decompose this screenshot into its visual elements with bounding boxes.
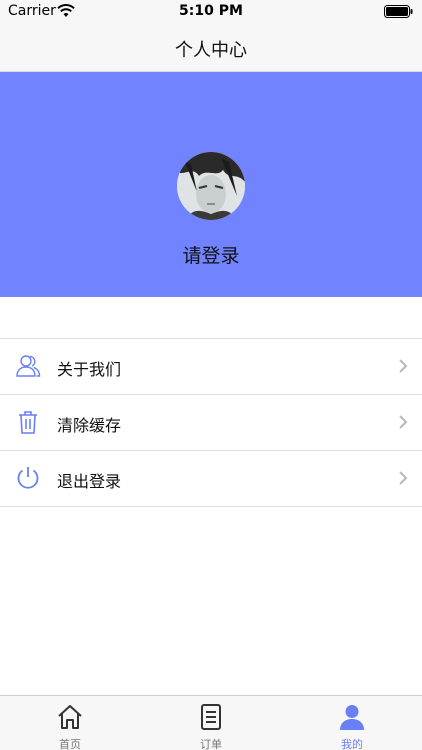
avatar[interactable]	[177, 152, 245, 220]
menu-item-logout[interactable]: 退出登录	[0, 451, 422, 507]
tab-mine[interactable]: 我的	[282, 696, 422, 750]
document-icon	[201, 704, 221, 730]
user-icon	[340, 705, 364, 730]
tab-label: 首页	[59, 738, 81, 750]
menu-list: 关于我们 清除缓存 退出登录	[0, 338, 422, 507]
menu-item-label: 关于我们	[57, 360, 122, 379]
profile-header: 请登录	[0, 72, 422, 297]
tab-orders[interactable]: 订单	[141, 696, 281, 750]
chevron-right-icon	[399, 415, 408, 429]
battery-icon	[384, 5, 413, 18]
tab-home[interactable]: 首页	[0, 696, 140, 750]
home-icon	[58, 705, 82, 729]
status-time: 5:10 PM	[179, 3, 243, 19]
menu-item-about-us[interactable]: 关于我们	[0, 339, 422, 395]
page-title: 个人中心	[175, 40, 247, 61]
avatar-image	[177, 152, 245, 220]
menu-item-label: 退出登录	[57, 472, 122, 491]
navigation-bar: 个人中心	[0, 22, 422, 72]
menu-item-clear-cache[interactable]: 清除缓存	[0, 395, 422, 451]
status-bar: Carrier 5:10 PM	[0, 0, 422, 22]
users-icon	[16, 355, 41, 377]
tab-bar: 首页 订单 我的	[0, 695, 422, 750]
tab-label: 我的	[341, 738, 363, 750]
chevron-right-icon	[399, 359, 408, 373]
power-icon	[17, 467, 39, 489]
tab-label: 订单	[200, 738, 222, 750]
chevron-right-icon	[399, 471, 408, 485]
login-prompt[interactable]: 请登录	[0, 241, 422, 268]
trash-icon	[19, 411, 37, 434]
menu-item-label: 清除缓存	[57, 416, 122, 435]
